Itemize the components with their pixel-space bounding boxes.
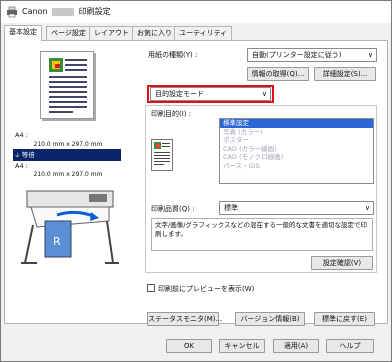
print-purpose-list[interactable]: 標準設定 写真 (カラー) ポスター CAD (カラー線画) CAD (モノクロ… xyxy=(219,118,374,184)
tab-basic-settings[interactable]: 基本設定 xyxy=(4,25,42,41)
version-info-button[interactable]: バージョン情報(B) xyxy=(235,312,305,326)
tab-layout[interactable]: レイアウト xyxy=(89,26,134,40)
list-item[interactable]: パース・GIS xyxy=(220,162,373,171)
tab-utilities[interactable]: ユーティリティ xyxy=(174,26,233,40)
input-size-value: 210.0 mm x 297.0 mm xyxy=(33,141,103,148)
window-title: Canon 印刷設定 xyxy=(22,6,111,17)
list-item[interactable]: ポスター xyxy=(220,136,373,145)
detail-settings-button[interactable]: 詳細設定(S)... xyxy=(314,67,376,81)
print-quality-label: 印刷品質(Q) : xyxy=(151,205,195,213)
preview-before-print-label: 印刷前にプレビューを表示(W) xyxy=(158,285,255,293)
title-bar: Canon 印刷設定 xyxy=(1,1,391,23)
redacted-model-name xyxy=(52,7,75,16)
list-item[interactable]: 標準設定 xyxy=(220,119,373,128)
purpose-thumbnail xyxy=(151,139,173,171)
printer-app-icon xyxy=(7,6,17,18)
input-size-label: A4 : xyxy=(15,131,28,139)
chevron-down-icon: ∨ xyxy=(364,204,370,212)
tab-page-setup[interactable]: ページ設定 xyxy=(46,26,91,40)
get-info-button[interactable]: 情報の取得(Q)... xyxy=(247,67,309,81)
status-monitor-button[interactable]: ステータスモニタ(M)... xyxy=(147,312,222,326)
arrow-down-icon: 🡣 xyxy=(15,151,20,159)
media-type-value: 自動(プリンター設定に従う) xyxy=(252,51,342,59)
help-button[interactable]: ヘルプ xyxy=(326,339,374,353)
print-mode-value: 目的設定モード xyxy=(155,90,204,98)
print-settings-window: Canon 印刷設定 基本設定 ページ設定 レイアウト お気に入り ユーティリテ… xyxy=(0,0,392,362)
paper-size-info: A4 : 210.0 mm x 297.0 mm 🡣 等倍 A4 : 210.0… xyxy=(13,129,121,179)
svg-text:R: R xyxy=(53,235,61,248)
output-size-value: 210.0 mm x 297.0 mm xyxy=(33,171,103,178)
scale-label: 等倍 xyxy=(21,151,35,159)
large-format-printer-icon: R xyxy=(21,190,119,264)
title-prefix: Canon xyxy=(22,7,48,16)
chevron-down-icon: ∨ xyxy=(367,51,373,59)
print-quality-value: 標準 xyxy=(224,204,238,212)
tab-favorites[interactable]: お気に入り xyxy=(132,26,177,40)
list-item[interactable]: CAD (カラー線画) xyxy=(220,145,373,154)
cancel-button[interactable]: キャンセル xyxy=(219,339,265,353)
chevron-down-icon: ∨ xyxy=(261,90,267,98)
title-suffix: 印刷設定 xyxy=(78,7,111,16)
document-preview-icon xyxy=(49,58,87,113)
print-mode-select[interactable]: 目的設定モード ∨ xyxy=(150,87,271,101)
ok-button[interactable]: OK xyxy=(166,339,212,353)
restore-defaults-button[interactable]: 標準に戻す(E) xyxy=(314,312,375,326)
print-purpose-label: 印刷目的(I) : xyxy=(151,110,192,118)
list-item[interactable]: 写真 (カラー) xyxy=(220,128,373,137)
confirm-settings-button[interactable]: 設定確認(V) xyxy=(311,256,373,270)
print-quality-select[interactable]: 標準 ∨ xyxy=(219,201,374,215)
preview-before-print-checkbox[interactable] xyxy=(147,284,155,292)
media-type-select[interactable]: 自動(プリンター設定に従う) ∨ xyxy=(247,48,377,62)
output-size-value-row: 210.0 mm x 297.0 mm xyxy=(13,169,121,181)
quality-description: 文字/画像/グラフィックスなどの混在する一般的な文書を適切な設定で印刷します。 xyxy=(151,218,373,251)
media-type-label: 用紙の種類(Y) : xyxy=(148,51,198,59)
list-item[interactable]: CAD (モノクロ線画) xyxy=(220,153,373,162)
apply-button[interactable]: 適用(A) xyxy=(273,339,319,353)
document-thumbnail-icon xyxy=(154,142,170,165)
page-preview xyxy=(40,51,94,119)
